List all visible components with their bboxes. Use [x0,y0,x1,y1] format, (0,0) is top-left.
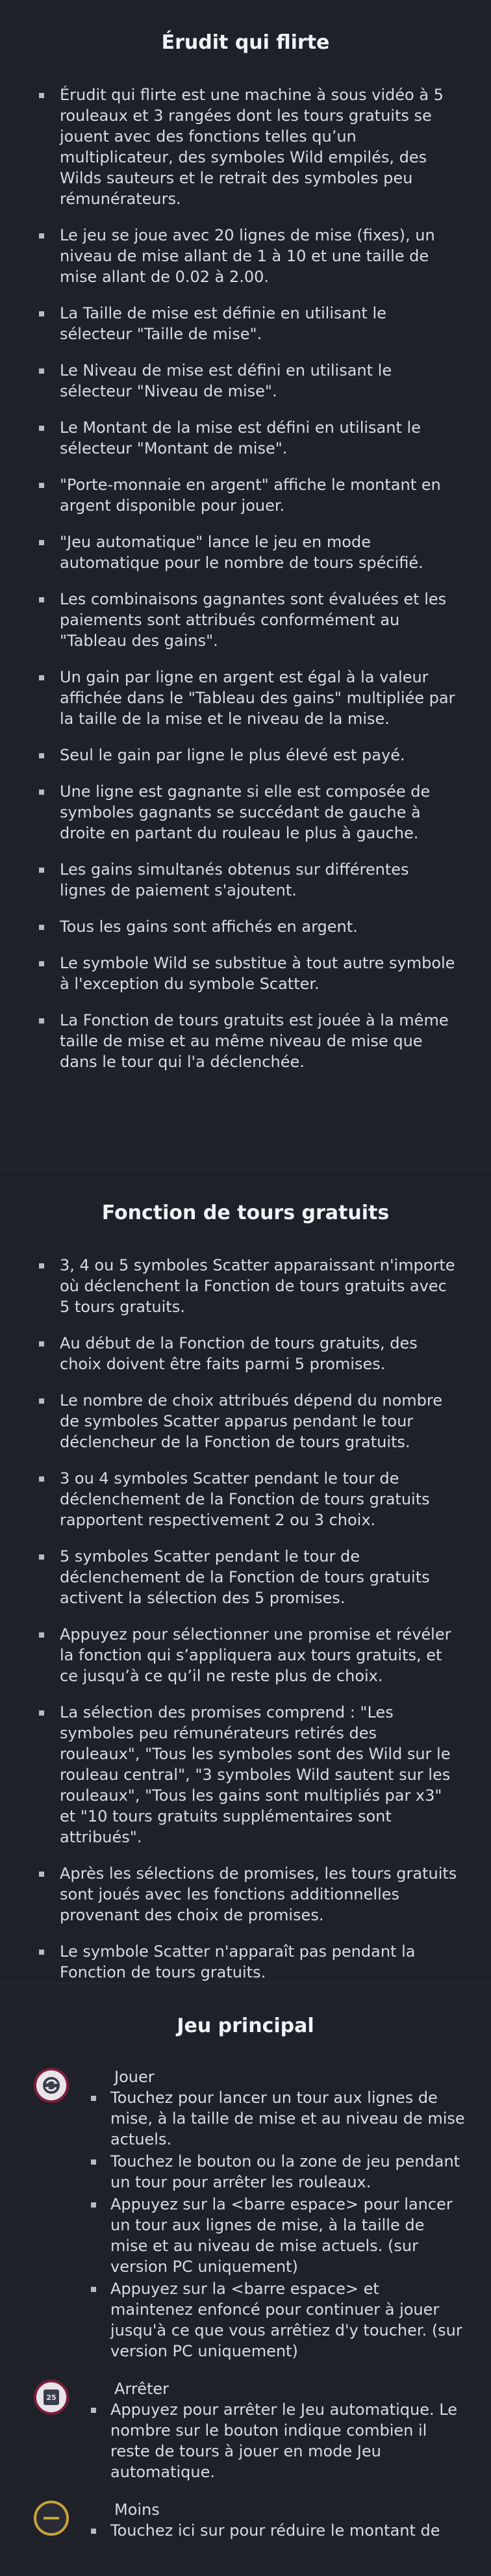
rule-item: "Jeu automatique" lance le jeu en mode a… [34,532,460,573]
section-free-spins: Fonction de tours gratuits 3, 4 ou 5 sym… [0,1170,491,1983]
rule-item: Les gains simultanés obtenus sur différe… [34,859,460,901]
control-name: Jouer [114,2068,155,2086]
stop-icon: 25 [34,2380,69,2415]
rule-item: Appuyez pour sélectionner une promise et… [34,1624,460,1686]
control-spin: Jouer Touchez pour lancer un tour aux li… [0,2064,491,2362]
control-description-list: Appuyez pour arrêter le Jeu automatique.… [91,2399,465,2482]
control-name: Moins [114,2501,160,2519]
rule-item: Le symbole Wild se substitue à tout autr… [34,953,460,994]
autoplay-count-badge: 25 [46,2393,57,2402]
rule-item: Érudit qui flirte est une machine à sous… [34,84,460,209]
list-item: Touchez pour lancer un tour aux lignes d… [84,2087,465,2150]
rules-page: Érudit qui flirte Érudit qui flirte est … [0,0,491,2541]
rule-item: Le jeu se joue avec 20 lignes de mise (f… [34,225,460,287]
section-title: Fonction de tours gratuits [101,1202,390,1224]
rule-item: Tous les gains sont affichés en argent. [34,916,460,937]
rule-item: La sélection des promises comprend : "Le… [34,1702,460,1848]
spin-icon [34,2068,69,2103]
control-minus: Moins Touchez ici sur pour réduire le mo… [0,2497,491,2541]
rule-item: Le nombre de choix attribués dépend du n… [34,1390,460,1452]
rule-item: Après les sélections de promises, les to… [34,1863,460,1926]
control-stop: 25 Arrêter Appuyez pour arrêter le Jeu a… [0,2376,491,2482]
control-name: Arrêter [114,2380,170,2398]
rule-item: 3 ou 4 symboles Scatter pendant le tour … [34,1468,460,1530]
rule-item: 3, 4 ou 5 symboles Scatter apparaissant … [34,1255,460,1317]
section-title: Érudit qui flirte [161,31,330,54]
rule-item: Les combinaisons gagnantes sont évaluées… [34,589,460,651]
rule-item: Un gain par ligne en argent est égal à l… [34,667,460,729]
rule-item: La Taille de mise est définie en utilisa… [34,303,460,344]
section-game-rules: Érudit qui flirte Érudit qui flirte est … [0,0,491,1170]
rule-item: Seul le gain par ligne le plus élevé est… [34,745,460,766]
rule-item: Le Niveau de mise est défini en utilisan… [34,360,460,402]
list-item: Touchez le bouton ou la zone de jeu pend… [84,2151,465,2193]
rule-item: Le Montant de la mise est défini en util… [34,417,460,459]
list-item: Touchez ici sur pour réduire le montant … [84,2520,465,2541]
control-description-list: Touchez ici sur pour réduire le montant … [91,2520,465,2541]
rule-item: 5 symboles Scatter pendant le tour de dé… [34,1546,460,1608]
rules-list: Érudit qui flirte est une machine à sous… [0,64,491,1072]
list-item: Appuyez pour arrêter le Jeu automatique.… [84,2399,465,2482]
rules-list: 3, 4 ou 5 symboles Scatter apparaissant … [0,1234,491,1983]
rule-item: La Fonction de tours gratuits est jouée … [34,1010,460,1072]
list-item: Appuyez sur la <barre espace> et mainten… [84,2278,465,2362]
rule-item: Une ligne est gagnante si elle est compo… [34,781,460,844]
rule-item: Au début de la Fonction de tours gratuit… [34,1333,460,1374]
minus-icon [34,2501,69,2536]
rule-item: "Porte-monnaie en argent" affiche le mon… [34,474,460,516]
list-item: Appuyez sur la <barre espace> pour lance… [84,2194,465,2277]
section-main-game: Jeu principal Jouer Touchez pour lancer … [0,1983,491,2541]
control-description-list: Touchez pour lancer un tour aux lignes d… [91,2087,465,2362]
section-title: Jeu principal [177,2015,314,2037]
rule-item: Le symbole Scatter n'apparaît pas pendan… [34,1941,460,1983]
